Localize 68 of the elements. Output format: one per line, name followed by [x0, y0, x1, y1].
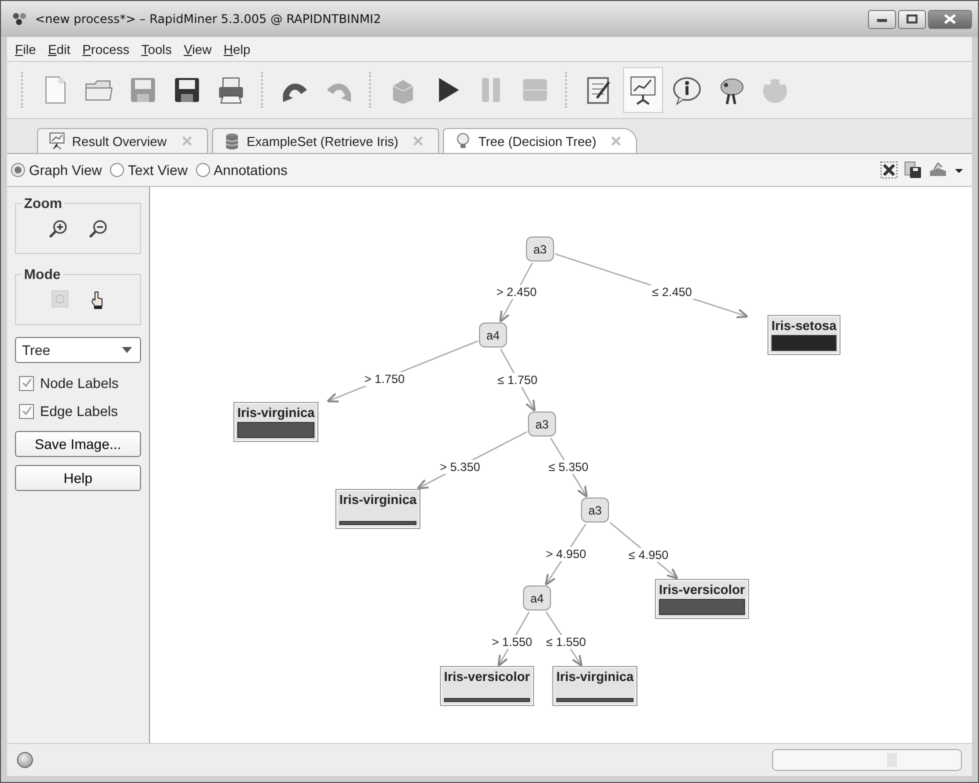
leaf-node[interactable]: Iris-virginica: [335, 489, 421, 529]
checkbox[interactable]: [19, 404, 34, 418]
leaf-label: Iris-setosa: [771, 318, 837, 333]
status-indicator: [17, 752, 33, 768]
app-logo-icon: [11, 11, 29, 27]
radio-button[interactable]: [110, 163, 124, 177]
leaf-node[interactable]: Iris-setosa: [767, 315, 841, 355]
toolbar-button[interactable]: [623, 67, 663, 113]
zoom-in-icon[interactable]: [48, 219, 68, 239]
split-node[interactable]: a3: [581, 498, 609, 522]
leaf-node[interactable]: Iris-virginica: [552, 666, 638, 706]
radio-button[interactable]: [196, 163, 210, 177]
group-title: Zoom: [23, 195, 64, 211]
caret-icon: [122, 347, 132, 353]
chart-board-icon: [48, 132, 66, 150]
zoom-out-icon[interactable]: [88, 219, 108, 239]
menu-item[interactable]: Process: [82, 42, 130, 56]
menu-item[interactable]: File: [15, 42, 36, 56]
edge-label: > 1.550: [490, 635, 534, 649]
checkbox-label[interactable]: Edge Labels: [15, 403, 141, 419]
edge-label: ≤ 5.350: [546, 460, 590, 474]
group-title: Mode: [23, 266, 62, 282]
menu-item[interactable]: View: [184, 42, 212, 56]
layout-dropdown[interactable]: Tree: [15, 337, 141, 363]
leaf-node[interactable]: Iris-virginica: [233, 402, 319, 442]
leaf-node[interactable]: Iris-versicolor: [440, 666, 534, 706]
minimize-button[interactable]: [868, 10, 896, 28]
maximize-button[interactable]: [898, 10, 926, 28]
tab[interactable]: Tree (Decision Tree): [443, 128, 638, 153]
menu-item[interactable]: Help: [224, 42, 250, 56]
leaf-label: Iris-versicolor: [659, 582, 745, 597]
view-radio[interactable]: Graph View: [11, 162, 102, 178]
radio-button[interactable]: [11, 163, 25, 177]
printer-icon[interactable]: [928, 161, 948, 179]
window-title: <new process*> – RapidMiner 5.3.005 @ RAPIDNTBINMI2: [35, 12, 381, 26]
edge-label: > 4.950: [544, 547, 588, 561]
tab[interactable]: ExampleSet (Retrieve Iris): [212, 128, 440, 153]
checkbox-label[interactable]: Node Labels: [15, 375, 141, 391]
floppy-disk-icon[interactable]: [904, 161, 922, 179]
close-button[interactable]: [928, 10, 972, 28]
close-icon[interactable]: [880, 161, 898, 179]
edge-label: > 1.750: [362, 372, 407, 386]
edge-label: > 5.350: [438, 460, 482, 474]
leaf-node[interactable]: Iris-versicolor: [655, 579, 749, 619]
leaf-label: Iris-virginica: [237, 405, 315, 420]
split-node[interactable]: a3: [528, 412, 556, 436]
leaf-label: Iris-versicolor: [444, 669, 530, 684]
panel-button[interactable]: Help: [15, 465, 141, 491]
menu-item[interactable]: Tools: [141, 42, 172, 56]
split-node[interactable]: a4: [523, 586, 551, 610]
panel-button[interactable]: Save Image...: [15, 431, 141, 457]
split-node[interactable]: a4: [479, 322, 507, 348]
edge-label: > 2.450: [494, 285, 539, 299]
close-icon: [943, 14, 957, 24]
edge-label: ≤ 1.750: [496, 372, 540, 386]
edge-label: ≤ 1.550: [544, 635, 588, 649]
hand-pointer-icon[interactable]: [89, 290, 105, 310]
view-radio[interactable]: Text View: [110, 162, 188, 178]
leaf-label: Iris-virginica: [556, 669, 634, 684]
leaf-label: Iris-virginica: [339, 492, 417, 507]
checkbox[interactable]: [19, 376, 34, 390]
tab[interactable]: Result Overview: [37, 128, 208, 153]
edge-label: ≤ 2.450: [650, 285, 694, 299]
edge-label: ≤ 4.950: [626, 548, 670, 562]
view-radio[interactable]: Annotations: [196, 162, 288, 178]
menu-item[interactable]: Edit: [48, 42, 70, 56]
maximize-icon: [906, 14, 918, 24]
split-node[interactable]: a3: [526, 236, 554, 262]
